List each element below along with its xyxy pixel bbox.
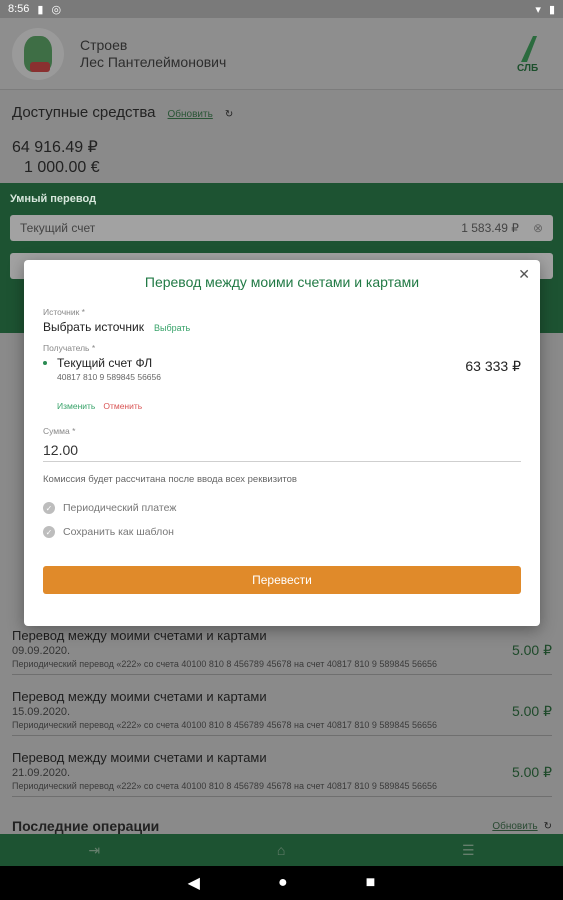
cancel-link[interactable]: Отменить [103,401,142,411]
op-date: 15.09.2020. [12,706,71,718]
funds-eur: 1 000.00 € [24,159,100,176]
sum-label: Сумма * [43,426,76,436]
periodic-checkbox[interactable]: ✓ Периодический платеж [43,502,176,514]
list-item[interactable]: Перевод между моими счетами и картами 21… [12,750,552,797]
avatar[interactable] [12,27,64,80]
op-desc: Периодический перевод «222» со счета 401… [12,781,552,797]
wifi-icon: ▾ [535,3,541,16]
back-icon[interactable]: ◀ [188,873,200,893]
op-desc: Периодический перевод «222» со счета 401… [12,659,552,675]
edit-link[interactable]: Изменить [57,401,95,411]
op-amount: 5.00 ₽ [511,703,552,719]
op-title: Перевод между моими счетами и картами [12,689,267,704]
bank-logo: СЛБ [515,34,551,74]
available-funds: Доступные средства Обновить ↻ 64 916.49 … [0,90,563,177]
op-date: 09.09.2020. [12,645,71,657]
settings-status-icon: ◎ [51,3,62,16]
transfer-dialog: ✕ Перевод между моими счетами и картами … [24,260,540,626]
list-item[interactable]: Перевод между моими счетами и картами 15… [12,689,552,736]
transfer-button[interactable]: Перевести [43,566,521,594]
check-icon: ✓ [43,526,55,538]
source-value: Выбрать источник [43,320,144,334]
receiver-name: Текущий счет ФЛ [57,356,153,370]
choose-source-link[interactable]: Выбрать [154,323,190,333]
funds-refresh-link[interactable]: Обновить [168,109,213,120]
home-nav-icon[interactable]: ⌂ [277,842,285,858]
smart-account-field[interactable]: Текущий счет 1 583.49 ₽ ⊗ [10,215,553,241]
dialog-title: Перевод между моими счетами и картами [144,274,420,290]
receiver-account: 40817 810 9 589845 56656 [57,372,161,382]
op-amount: 5.00 ₽ [511,642,552,658]
logo-icon [521,35,537,62]
smart-account-label: Текущий счет [20,221,96,235]
user-full-name: Лес Пантелеймонович [80,53,227,70]
logout-icon[interactable]: ⇥ [88,842,100,859]
bullet-icon [43,361,47,365]
smart-transfer-title: Умный перевод [10,193,97,205]
last-operations-title: Последние операции [12,818,160,834]
battery-icon: ▮ [37,3,44,16]
gift-icon [30,61,50,72]
receiver-actions: Изменить Отменить [57,401,142,411]
home-icon[interactable]: ● [278,874,288,892]
user-name: Строев Лес Пантелеймонович [80,37,226,71]
logo-text: СЛБ [517,62,539,74]
check-icon: ✓ [43,502,55,514]
receiver-amount: 63 333 ₽ [465,358,521,374]
last-operations-refresh[interactable]: Обновить [492,821,537,832]
op-title: Перевод между моими счетами и картами [12,750,267,765]
last-operations-header: Последние операции Обновить ↻ [12,818,552,834]
smart-account-amount: 1 583.49 ₽ [461,221,519,235]
receiver-card: Текущий счет ФЛ 40817 810 9 589845 56656… [43,356,521,382]
refresh-icon[interactable]: ↻ [225,109,233,120]
menu-icon[interactable]: ☰ [462,842,475,859]
fee-note: Комиссия будет рассчитана после ввода вс… [43,474,297,485]
status-bar: 8:56 ▮ ◎ ▾ ▮ [0,0,563,18]
recents-icon[interactable]: ■ [366,874,376,892]
system-nav-bar: ◀ ● ■ [0,866,563,900]
battery-full-icon: ▮ [548,3,555,16]
op-date: 21.09.2020. [12,767,71,779]
op-desc: Периодический перевод «222» со счета 401… [12,720,552,736]
scheduled-operations: Перевод между моими счетами и картами 09… [12,628,552,811]
save-template-label: Сохранить как шаблон [63,526,174,538]
periodic-label: Периодический платеж [63,502,177,514]
user-last-name: Строев [80,36,128,53]
bottom-nav: ⇥ ⌂ ☰ [0,834,563,866]
sum-input[interactable]: 12.00 [43,442,521,462]
save-template-checkbox[interactable]: ✓ Сохранить как шаблон [43,526,174,538]
funds-rub: 64 916.49 ₽ [12,139,98,156]
clear-icon[interactable]: ⊗ [533,221,543,235]
funds-title: Доступные средства [12,104,156,121]
source-label: Источник * [43,307,85,317]
list-item[interactable]: Перевод между моими счетами и картами 09… [12,628,552,675]
op-amount: 5.00 ₽ [511,764,552,780]
profile-header: Строев Лес Пантелеймонович СЛБ [0,18,563,90]
receiver-label: Получатель * [43,343,96,353]
status-time: 8:56 [8,3,30,15]
source-field[interactable]: Выбрать источник Выбрать [43,320,190,334]
op-title: Перевод между моими счетами и картами [12,628,267,643]
refresh-icon[interactable]: ↻ [544,821,552,832]
